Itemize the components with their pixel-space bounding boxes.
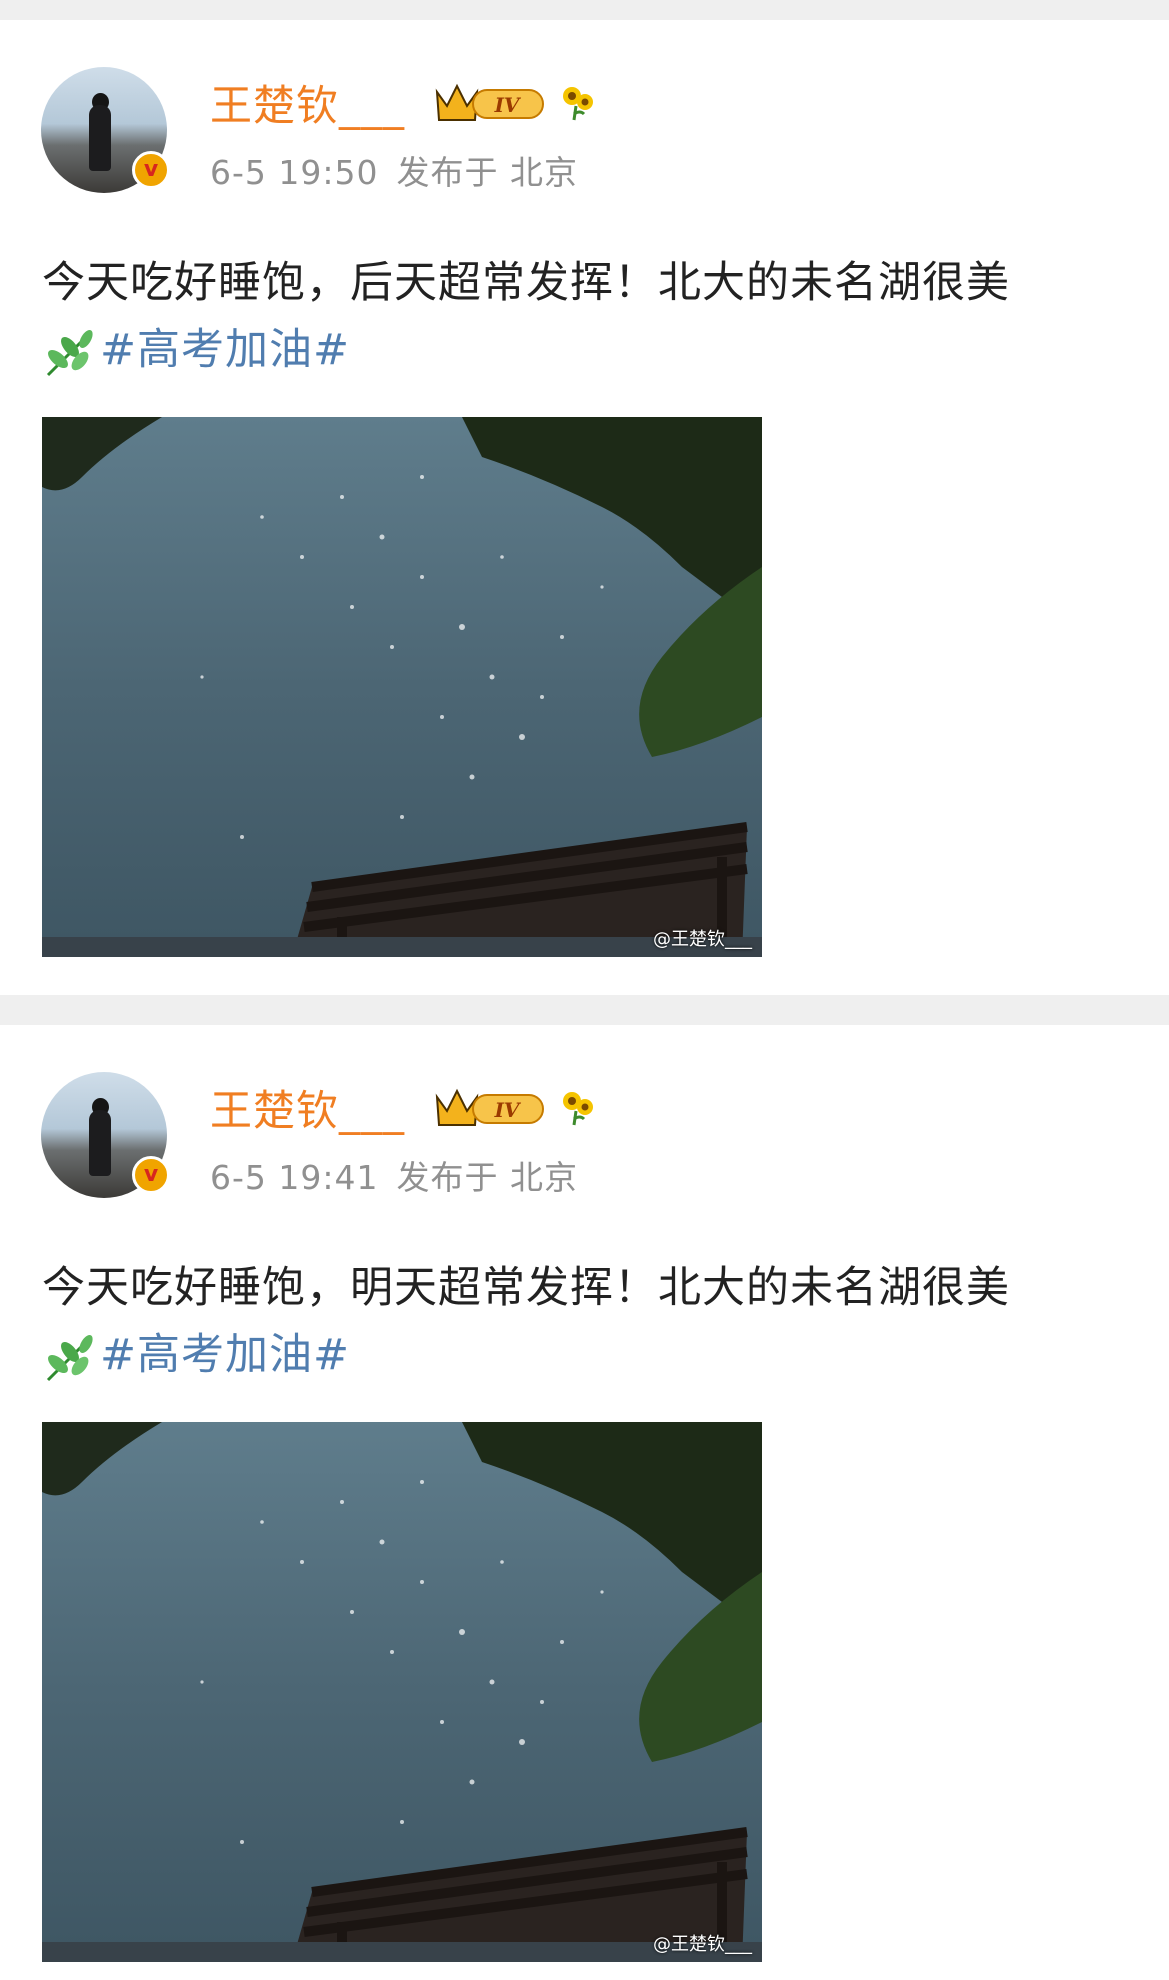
weibo-post[interactable]: v 王楚钦___ IV 6-5 19:50 发布于 北京 今天吃好睡饱，后天超常发…	[0, 20, 1169, 995]
crown-icon: IV	[435, 1088, 544, 1126]
photo-watermark: @王楚钦___	[653, 1934, 752, 1955]
verified-badge-icon: v	[132, 1156, 170, 1194]
hashtag-link[interactable]: #高考加油#	[100, 1330, 350, 1380]
avatar-figure-body	[89, 105, 111, 171]
post-photo[interactable]: @王楚钦___	[42, 417, 762, 957]
post-photo[interactable]: @王楚钦___	[42, 1422, 762, 1962]
post-time[interactable]: 6-5 19:41	[210, 1158, 379, 1197]
post-body: 今天吃好睡饱，后天超常发挥！北大的未名湖很美	[42, 258, 1010, 308]
post-text: 今天吃好睡饱，后天超常发挥！北大的未名湖很美 #高考加油#	[42, 250, 1132, 384]
weibo-post[interactable]: v 王楚钦___ IV 6-5 19:41 发布于 北京 今天吃好睡饱，明天超常发…	[0, 1025, 1169, 1980]
lake-bench-photo	[42, 1422, 762, 1962]
herb-leaf-icon	[46, 329, 93, 376]
avatar-figure-body	[89, 1110, 111, 1176]
username[interactable]: 王楚钦___	[210, 1077, 405, 1138]
level-badge-text: IV	[494, 1098, 522, 1122]
hashtag-link[interactable]: #高考加油#	[100, 325, 350, 375]
post-meta: 6-5 19:41 发布于 北京	[210, 1151, 596, 1199]
post-location: 发布于 北京	[396, 1158, 578, 1197]
username[interactable]: 王楚钦___	[210, 72, 405, 133]
photo-watermark: @王楚钦___	[653, 929, 752, 950]
sunflower-icon	[563, 87, 593, 121]
level-badge-text: IV	[494, 93, 522, 117]
post-text: 今天吃好睡饱，明天超常发挥！北大的未名湖很美 #高考加油#	[42, 1255, 1132, 1389]
herb-leaf-icon	[46, 1334, 93, 1381]
lake-bench-photo	[42, 417, 762, 957]
post-location: 发布于 北京	[396, 153, 578, 192]
sunflower-icon	[563, 1092, 593, 1126]
post-body: 今天吃好睡饱，明天超常发挥！北大的未名湖很美	[42, 1263, 1010, 1313]
post-time[interactable]: 6-5 19:50	[210, 153, 379, 192]
post-meta: 6-5 19:50 发布于 北京	[210, 146, 596, 194]
crown-icon: IV	[435, 83, 544, 121]
verified-badge-icon: v	[132, 151, 170, 189]
